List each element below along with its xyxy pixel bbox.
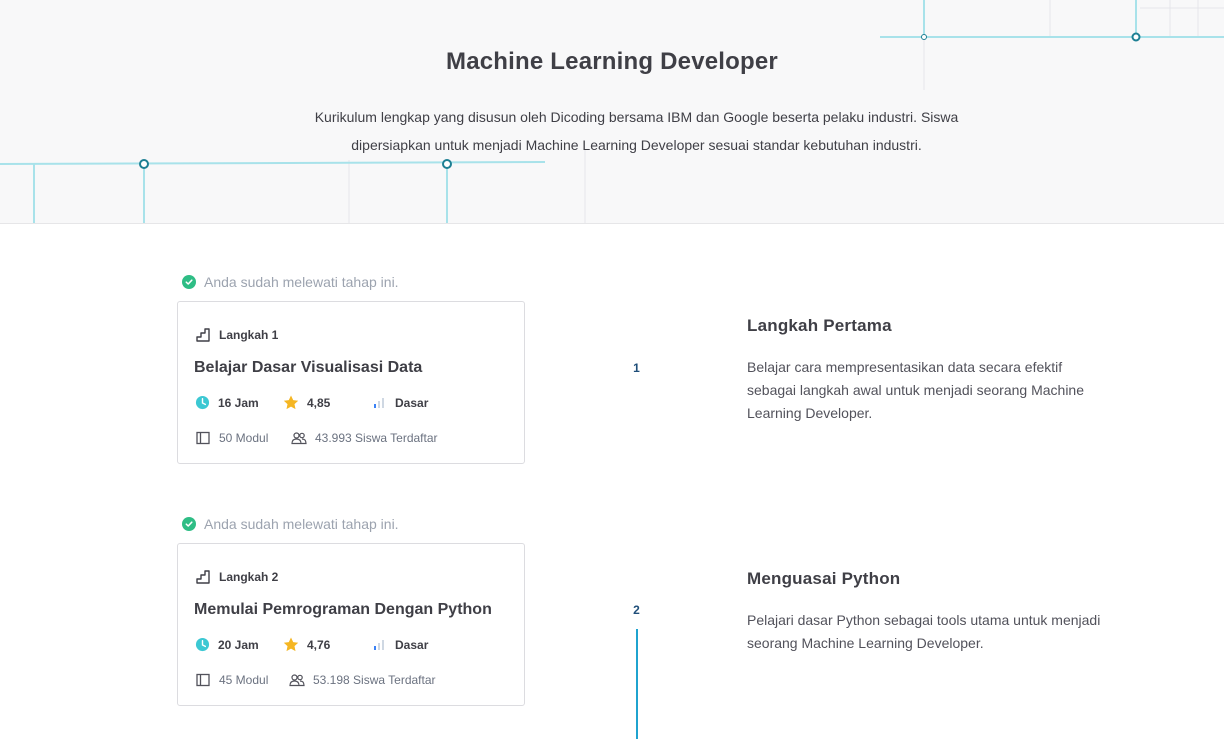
step-label: Langkah 2	[195, 569, 278, 585]
module-count: 45 Modul	[195, 672, 289, 688]
level: Dasar	[372, 637, 428, 652]
check-circle-icon	[182, 275, 196, 289]
hero-section: Machine Learning Developer Kurikulum len…	[0, 0, 1224, 224]
level-bars-icon	[374, 398, 384, 408]
timeline-line	[636, 253, 638, 739]
rating: 4,85	[283, 395, 372, 410]
course-meta: 16 Jam 4,85 Dasar	[195, 395, 428, 410]
timeline-step-number: 1	[633, 361, 640, 375]
check-circle-icon	[182, 517, 196, 531]
step-title: Menguasai Python	[747, 569, 901, 588]
level-bars-icon	[374, 640, 384, 650]
course-card[interactable]: Langkah 1 Belajar Dasar Visualisasi Data…	[177, 301, 525, 464]
duration: 20 Jam	[195, 637, 283, 652]
rating: 4,76	[283, 637, 372, 652]
stairs-icon	[196, 328, 210, 342]
star-icon	[283, 637, 299, 652]
users-icon	[289, 674, 305, 687]
stairs-icon	[196, 570, 210, 584]
clock-icon	[195, 395, 210, 410]
book-icon	[196, 673, 210, 687]
book-icon	[196, 431, 210, 445]
clock-icon	[195, 637, 210, 652]
student-count: 43.993 Siswa Terdaftar	[291, 430, 438, 446]
course-meta: 20 Jam 4,76 Dasar	[195, 637, 428, 652]
completed-status: Anda sudah melewati tahap ini.	[182, 274, 399, 290]
page-title: Machine Learning Developer	[446, 48, 778, 75]
course-title[interactable]: Belajar Dasar Visualisasi Data	[194, 359, 422, 377]
page-description: Kurikulum lengkap yang disusun oleh Dico…	[314, 109, 959, 153]
step-description: Pelajari dasar Python sebagai tools utam…	[747, 612, 1101, 651]
level: Dasar	[372, 395, 428, 410]
status-text: Anda sudah melewati tahap ini.	[204, 274, 399, 290]
course-title[interactable]: Memulai Pemrograman Dengan Python	[194, 601, 492, 619]
users-icon	[291, 432, 307, 445]
course-card[interactable]: Langkah 2 Memulai Pemrograman Dengan Pyt…	[177, 543, 525, 706]
course-stats: 50 Modul 43.993 Siswa Terdaftar	[195, 430, 438, 446]
duration: 16 Jam	[195, 395, 283, 410]
status-text: Anda sudah melewati tahap ini.	[204, 516, 399, 532]
star-icon	[283, 395, 299, 410]
timeline-step-number: 2	[633, 603, 640, 617]
module-count: 50 Modul	[195, 430, 291, 446]
course-stats: 45 Modul 53.198 Siswa Terdaftar	[195, 672, 436, 688]
step-title: Langkah Pertama	[747, 316, 892, 335]
completed-status: Anda sudah melewati tahap ini.	[182, 516, 399, 532]
student-count: 53.198 Siswa Terdaftar	[289, 672, 436, 688]
step-label: Langkah 1	[195, 327, 278, 343]
step-description: Belajar cara mempresentasikan data secar…	[747, 359, 1084, 421]
